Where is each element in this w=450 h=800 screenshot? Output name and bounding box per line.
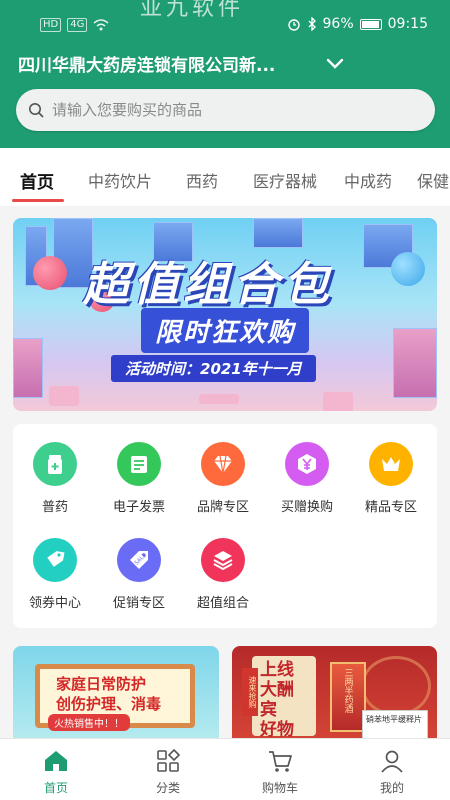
promo-side-tag: 速来抢购 — [242, 668, 258, 716]
alarm-icon — [287, 19, 300, 31]
tab-herbal-slices[interactable]: 中药饮片 — [88, 168, 152, 192]
category-label: 超值组合 — [196, 596, 249, 611]
category-label: 普药 — [41, 500, 68, 515]
banner-building — [13, 338, 43, 398]
category-premium-zone[interactable]: 精品专区 — [349, 442, 433, 515]
promo-card-home-care[interactable]: 家庭日常防护 创伤护理、消毒 火热销售中！！ — [13, 646, 219, 746]
medicine-bottle-icon — [33, 442, 77, 486]
product-box: 三两半药酒 — [330, 662, 366, 732]
category-label: 品牌专区 — [196, 500, 249, 515]
category-label: 电子发票 — [112, 500, 165, 515]
banner-title: 超值组合包 — [83, 257, 333, 311]
tab-chinese-patent-medicine[interactable]: 中成药 — [344, 168, 392, 192]
category-grid-icon — [157, 748, 181, 772]
promo-line1: 家庭日常防护 — [56, 675, 147, 693]
search-input[interactable] — [52, 101, 412, 119]
promo-board: 家庭日常防护 创伤护理、消毒 火热销售中！！ — [35, 664, 195, 731]
promo-headline: 上线大酬宾 好物随心 — [260, 660, 308, 746]
battery-percent: 96% — [322, 16, 354, 32]
invoice-icon — [117, 442, 161, 486]
nav-mine[interactable]: 我的 — [352, 747, 432, 796]
clock: 09:15 — [387, 16, 428, 32]
nav-label: 购物车 — [261, 781, 298, 795]
promo-headline-line1: 上线大酬宾 — [260, 660, 294, 720]
lattice-decoration — [361, 656, 431, 716]
category-label: 精品专区 — [364, 500, 417, 515]
category-general-medicine[interactable]: 普药 — [13, 442, 97, 515]
4g-indicator: 4G — [67, 18, 88, 32]
promo-tag: 火热销售中！！ — [48, 714, 130, 731]
category-tabs: 首页 中药饮片 西药 医疗器械 中成药 保健 — [0, 148, 450, 206]
crown-icon — [369, 442, 413, 486]
balloon-decoration — [391, 252, 425, 286]
category-label: 领券中心 — [28, 596, 81, 611]
hd-indicator: HD — [40, 18, 62, 32]
banner-time: 活动时间：2021年十一月 — [111, 355, 316, 382]
yen-hexagon-icon — [285, 442, 329, 486]
promo-line2: 创伤护理、消毒 — [56, 695, 162, 713]
chevron-down-icon[interactable] — [326, 56, 344, 70]
tab-medical-devices[interactable]: 医疗器械 — [253, 168, 317, 192]
nav-home[interactable]: 首页 — [16, 747, 96, 796]
nav-label: 我的 — [379, 781, 404, 795]
coupon-tag-icon — [33, 538, 77, 582]
category-e-invoice[interactable]: 电子发票 — [97, 442, 181, 515]
category-brand-zone[interactable]: 品牌专区 — [181, 442, 265, 515]
category-coupon-center[interactable]: 领券中心 — [13, 538, 97, 611]
gift-decoration — [199, 394, 239, 404]
diamond-icon — [201, 442, 245, 486]
product-box-label: 三两半药酒 — [342, 668, 353, 713]
banner-building — [393, 328, 437, 398]
store-selector[interactable]: 四川华鼎大药房连锁有限公司新... — [18, 50, 438, 76]
banner-building — [253, 218, 303, 248]
battery-icon — [359, 18, 382, 30]
tab-western-medicine[interactable]: 西药 — [186, 168, 218, 192]
gift-decoration — [323, 392, 353, 411]
category-label: 买赠换购 — [280, 500, 333, 515]
product-box2-label: 硝苯地平缓释片 — [366, 715, 422, 724]
category-label: 促销专区 — [112, 596, 165, 611]
store-name: 四川华鼎大药房连锁有限公司新... — [18, 55, 276, 76]
category-promotion-zone[interactable]: SALE 促销专区 — [97, 538, 181, 611]
search-icon — [29, 103, 44, 118]
user-icon — [381, 750, 403, 773]
search-bar[interactable] — [16, 89, 435, 131]
product-box-secondary: 硝苯地平缓释片 — [362, 710, 428, 740]
network-indicators: HD 4G — [40, 18, 109, 32]
category-grid: 普药 电子发票 品牌专区 买赠换购 精品专区 领券中心 SALE 促销专区 超值… — [13, 424, 437, 628]
bluetooth-icon — [308, 17, 316, 31]
nav-category[interactable]: 分类 — [128, 747, 208, 796]
tab-health-care[interactable]: 保健 — [417, 168, 449, 192]
tab-home[interactable]: 首页 — [20, 168, 54, 193]
wifi-icon — [93, 19, 109, 31]
home-icon — [45, 751, 67, 771]
cart-icon — [269, 751, 292, 772]
nav-cart[interactable]: 购物车 — [240, 747, 320, 796]
category-value-bundle[interactable]: 超值组合 — [181, 538, 265, 611]
promo-banner[interactable]: 超值组合包 限时狂欢购 活动时间：2021年十一月 — [13, 218, 437, 411]
status-bar: HD 4G 96% 09:15 — [0, 12, 450, 40]
bottom-navigation: 首页 分类 购物车 我的 — [0, 738, 450, 800]
category-buy-gift[interactable]: 买赠换购 — [265, 442, 349, 515]
status-right: 96% 09:15 — [287, 16, 428, 32]
balloon-decoration — [33, 256, 67, 290]
sale-tag-icon: SALE — [117, 538, 161, 582]
gift-decoration — [49, 386, 79, 406]
layers-icon — [201, 538, 245, 582]
app-header: 亚九软件 HD 4G 96% 09:15 四川华鼎大药房连锁有限公司新... — [0, 0, 450, 148]
nav-label: 首页 — [43, 781, 68, 795]
nav-label: 分类 — [155, 781, 180, 795]
active-tab-indicator — [12, 199, 64, 202]
banner-subtitle: 限时狂欢购 — [141, 308, 310, 353]
promo-card-grand-opening[interactable]: 速来抢购 上线大酬宾 好物随心 三两半药酒 硝苯地平缓释片 — [232, 646, 437, 746]
